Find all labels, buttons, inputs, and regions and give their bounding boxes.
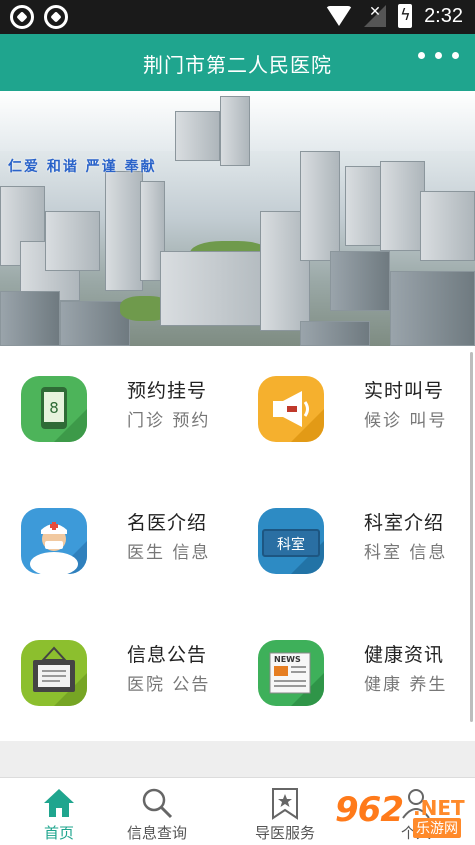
appointment-phone-icon: 8 [21, 376, 87, 442]
app-bar: 荆门市第二人民医院 [0, 34, 475, 91]
no-signal-icon [364, 4, 387, 27]
notice-board-icon [21, 640, 87, 706]
tile-department-intro[interactable]: 科室 科室介绍 科室 信息 [237, 478, 474, 610]
search-icon [142, 788, 173, 819]
more-dots-icon[interactable] [418, 52, 459, 59]
home-icon [44, 789, 74, 817]
status-time: 2:32 [424, 4, 463, 27]
svg-text:科室: 科室 [277, 536, 305, 553]
tile-famous-doctors[interactable]: 名医介绍 医生 信息 [0, 478, 237, 610]
megaphone-icon [258, 376, 324, 442]
function-grid: 8 预约挂号 门诊 预约 实时叫号 候诊 叫号 名医介绍 医生 信息 科室 科室… [0, 346, 475, 741]
tile-health-news[interactable]: NEWS 健康资讯 健康 养生 [237, 610, 474, 742]
notification-icon [10, 5, 34, 29]
newspaper-icon: NEWS [258, 640, 324, 706]
svg-text:8: 8 [49, 399, 59, 417]
notification-icon [44, 5, 68, 29]
tab-info-query[interactable]: 信息查询 [98, 778, 216, 845]
scrollbar[interactable] [470, 352, 473, 722]
page-title: 荆门市第二人民医院 [143, 53, 332, 77]
doctor-icon [21, 508, 87, 574]
banner-slogan: 仁爱 和谐 严谨 奉献 [8, 159, 157, 175]
bookmark-star-icon [272, 788, 298, 820]
divider [0, 741, 475, 777]
tile-realtime-call[interactable]: 实时叫号 候诊 叫号 [237, 346, 474, 478]
tile-notice[interactable]: 信息公告 医院 公告 [0, 610, 237, 742]
watermark-logo: 962 .NET 乐游网 [335, 790, 465, 838]
hospital-banner-image[interactable]: 仁爱 和谐 严谨 奉献 [0, 91, 475, 346]
svg-text:NEWS: NEWS [274, 655, 301, 664]
status-bar: 2:32 [0, 0, 475, 34]
tile-appointment[interactable]: 8 预约挂号 门诊 预约 [0, 346, 237, 478]
battery-charging-icon [398, 4, 413, 28]
tab-guide-service[interactable]: 导医服务 [226, 778, 344, 845]
wifi-icon [326, 6, 353, 26]
department-sign-icon: 科室 [258, 508, 324, 574]
